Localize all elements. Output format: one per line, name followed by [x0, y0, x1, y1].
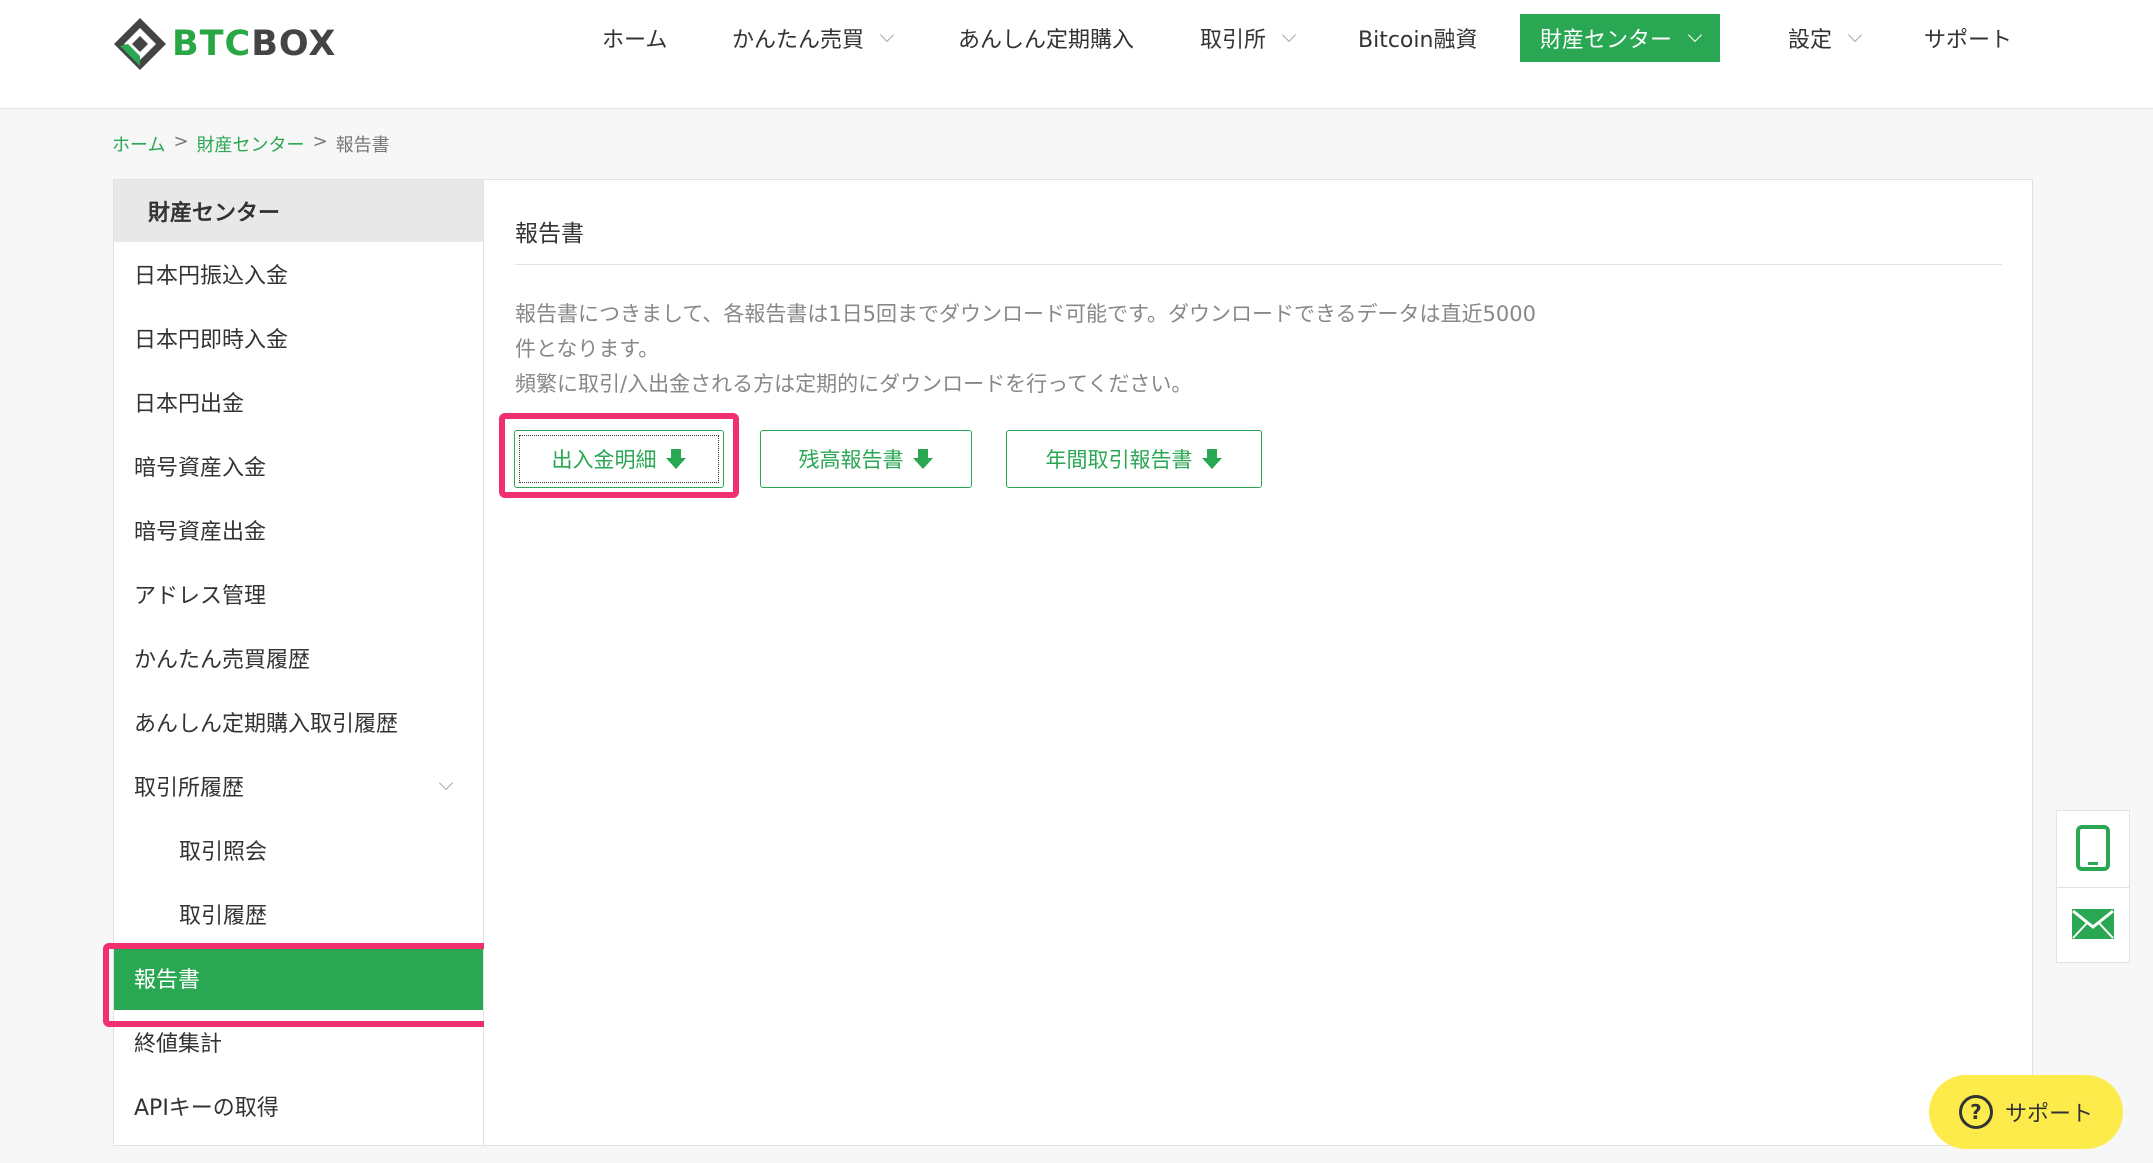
breadcrumb-separator: >: [173, 131, 189, 152]
nav-regular-purchase[interactable]: あんしん定期購入: [958, 14, 1134, 62]
sidebar-item-easy-trade-history[interactable]: かんたん売買履歴: [114, 626, 483, 690]
nav-exchange[interactable]: 取引所: [1200, 14, 1297, 62]
sidebar-header: 財産センター: [114, 180, 483, 242]
nav-settings[interactable]: 設定: [1788, 14, 1863, 62]
notice-line-2: 頻繁に取引/入出金される方は定期的にダウンロードを行ってください。: [515, 372, 1193, 396]
breadcrumb: ホーム > 財産センター > 報告書: [112, 131, 390, 157]
nav-bitcoin-loan[interactable]: Bitcoin融資: [1358, 14, 1477, 62]
btcbox-logo-icon: [114, 18, 166, 70]
balance-report-button[interactable]: 残高報告書: [760, 430, 972, 488]
title-divider: [515, 264, 2002, 265]
sidebar-item-jpy-bank-deposit[interactable]: 日本円振込入金: [114, 242, 483, 306]
sidebar: 財産センター 日本円振込入金 日本円即時入金 日本円出金 暗号資産入金 暗号資産…: [113, 179, 484, 1146]
breadcrumb-home[interactable]: ホーム: [112, 131, 165, 157]
sidebar-item-exchange-history[interactable]: 取引所履歴: [114, 754, 483, 818]
help-icon: ?: [1958, 1095, 1993, 1129]
notice-line-1: 報告書につきまして、各報告書は1日5回までダウンロード可能です。ダウンロードでき…: [515, 302, 1536, 361]
logo-text: BTCBOX: [172, 24, 337, 64]
breadcrumb-separator: >: [312, 131, 328, 152]
download-arrow-icon: [1201, 449, 1222, 469]
sidebar-item-jpy-withdrawal[interactable]: 日本円出金: [114, 370, 483, 434]
nav-home[interactable]: ホーム: [602, 14, 667, 62]
download-notice: 報告書につきまして、各報告書は1日5回までダウンロード可能です。ダウンロードでき…: [515, 297, 1545, 402]
nav-asset-center[interactable]: 財産センター: [1520, 14, 1721, 62]
main-panel: 報告書 報告書につきまして、各報告書は1日5回までダウンロード可能です。ダウンロ…: [484, 179, 2033, 1146]
nav-support[interactable]: サポート: [1924, 14, 2012, 62]
sidebar-item-closing-price[interactable]: 終値集計: [114, 1010, 483, 1074]
deposit-withdrawal-statement-button[interactable]: 出入金明細: [514, 430, 724, 488]
chevron-down-icon: [879, 27, 895, 43]
chevron-down-icon: [1687, 27, 1703, 43]
panel-divider: [2057, 887, 2129, 888]
sidebar-item-trade-inquiry[interactable]: 取引照会: [114, 818, 483, 882]
annual-trade-report-button[interactable]: 年間取引報告書: [1006, 430, 1262, 488]
chevron-down-icon: [1847, 27, 1863, 43]
chevron-down-icon: [438, 775, 454, 791]
support-label: サポート: [2004, 1102, 2093, 1127]
chevron-down-icon: [1281, 27, 1297, 43]
page-title: 報告書: [515, 221, 584, 247]
floating-contact-panel: [2056, 810, 2130, 963]
smartphone-icon[interactable]: [2075, 825, 2111, 871]
sidebar-item-trade-history[interactable]: 取引履歴: [114, 882, 483, 946]
floating-support-button[interactable]: ? サポート: [1929, 1075, 2123, 1149]
sidebar-item-reports[interactable]: 報告書: [114, 946, 483, 1010]
download-arrow-icon: [912, 449, 933, 469]
breadcrumb-current: 報告書: [335, 135, 390, 156]
sidebar-item-address-management[interactable]: アドレス管理: [114, 562, 483, 626]
breadcrumb-asset-center[interactable]: 財産センター: [197, 131, 305, 157]
download-arrow-icon: [665, 449, 686, 469]
nav-easy-trade[interactable]: かんたん売買: [732, 14, 895, 62]
site-header: BTCBOX ホーム かんたん売買 あんしん定期購入 取引所 Bitcoin融資…: [0, 0, 2153, 109]
mail-icon[interactable]: [2071, 907, 2115, 941]
sidebar-item-jpy-instant-deposit[interactable]: 日本円即時入金: [114, 306, 483, 370]
sidebar-item-regular-purchase-history[interactable]: あんしん定期購入取引履歴: [114, 690, 483, 754]
sidebar-item-crypto-deposit[interactable]: 暗号資産入金: [114, 434, 483, 498]
sidebar-item-crypto-withdrawal[interactable]: 暗号資産出金: [114, 498, 483, 562]
btcbox-logo[interactable]: BTCBOX: [112, 16, 336, 72]
sidebar-item-api-key[interactable]: APIキーの取得: [114, 1074, 483, 1138]
